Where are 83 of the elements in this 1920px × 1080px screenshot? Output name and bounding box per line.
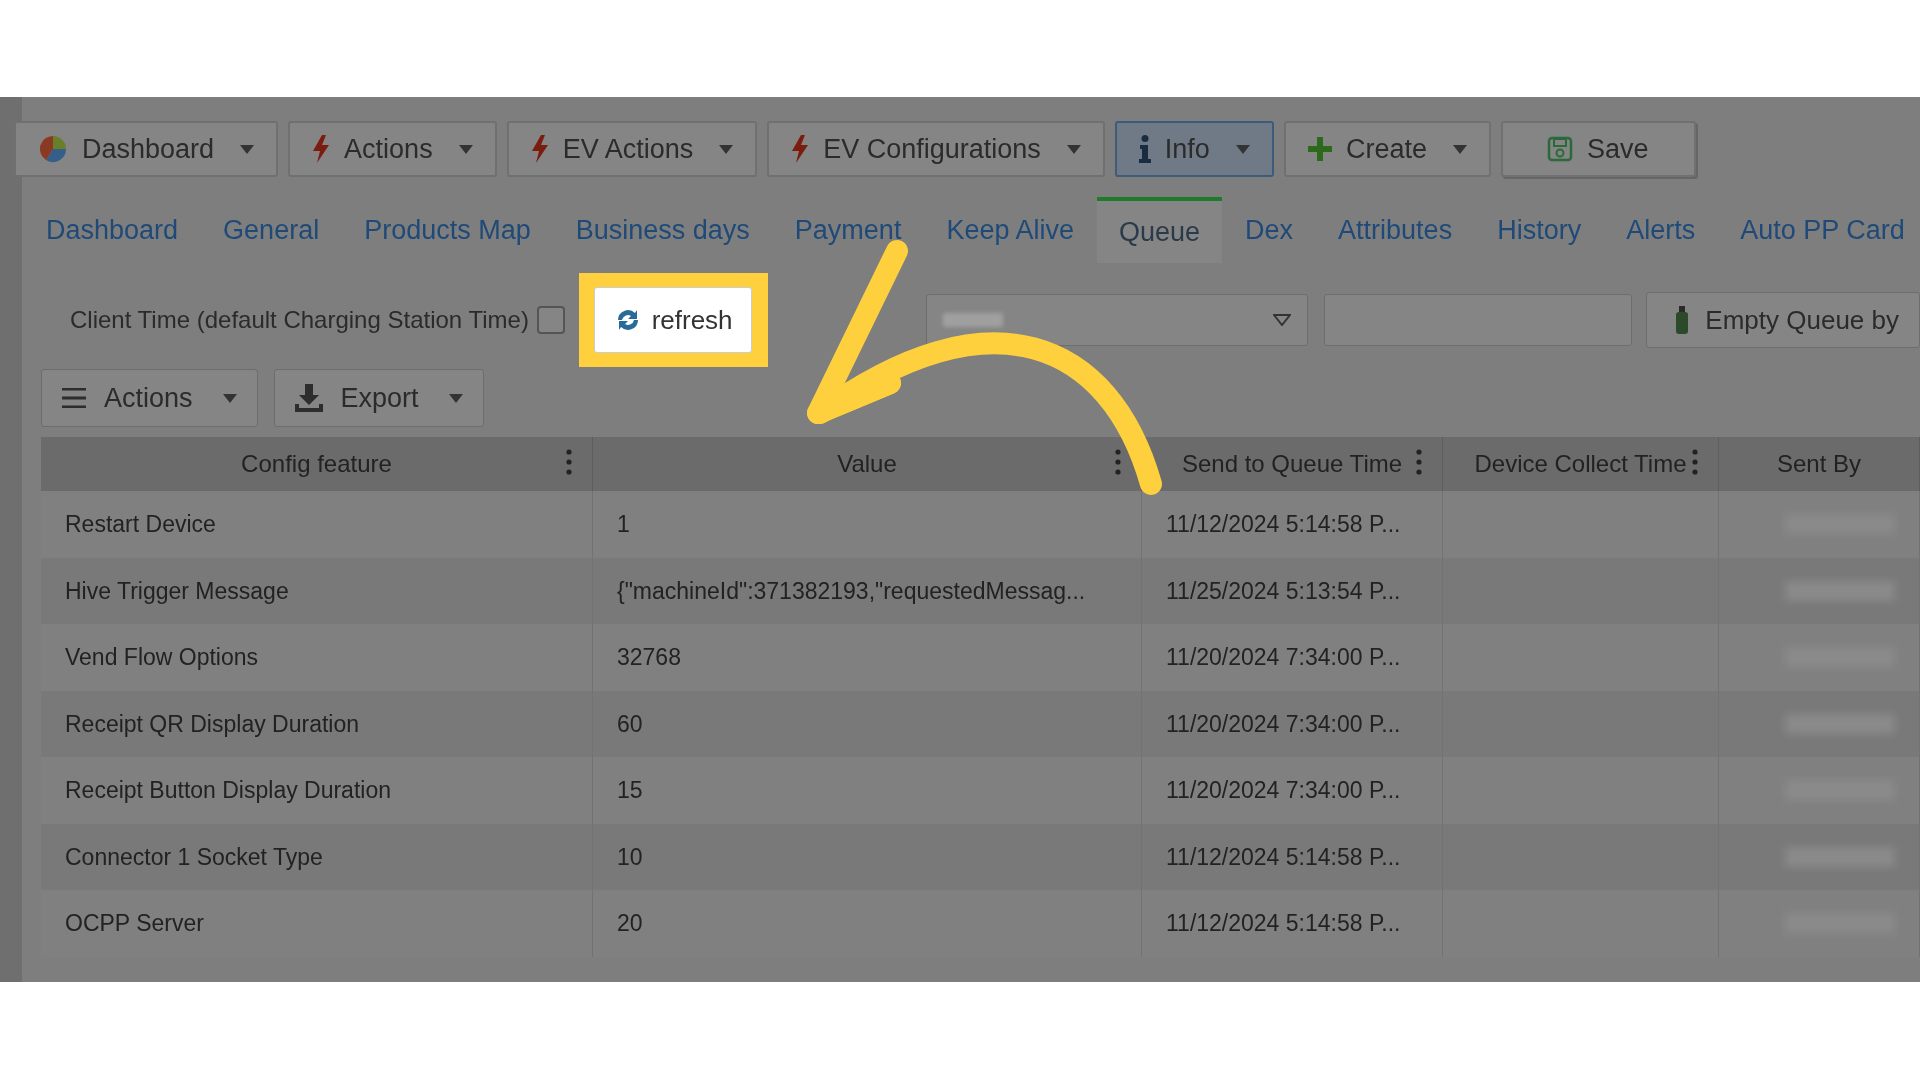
dropdown-field[interactable] bbox=[925, 294, 1309, 346]
table-cell-text: 32768 bbox=[617, 643, 681, 672]
save-icon bbox=[1546, 136, 1573, 162]
table-cell-text: 11/12/2024 5:14:58 P... bbox=[1166, 909, 1401, 938]
column-menu-icon bbox=[566, 449, 572, 475]
table-cell-text: 11/12/2024 5:14:58 P... bbox=[1166, 842, 1401, 872]
tab[interactable]: Auto PP Card bbox=[1718, 197, 1920, 263]
table-cell-text: 15 bbox=[617, 776, 643, 805]
caret-icon bbox=[1066, 144, 1081, 154]
toolbar-button[interactable]: Save bbox=[1500, 121, 1697, 177]
caret-icon bbox=[448, 393, 463, 403]
column-menu-icon bbox=[1416, 449, 1422, 475]
caret-icon bbox=[222, 393, 237, 403]
caret-icon bbox=[1273, 314, 1292, 326]
menu-icon bbox=[62, 388, 86, 408]
lightning-bolt-icon bbox=[530, 135, 549, 163]
empty-queue-button[interactable]: Empty Queue by bbox=[1646, 292, 1920, 348]
table-cell-text: 10 bbox=[617, 842, 643, 872]
column-header: Value bbox=[837, 449, 897, 479]
caret-icon bbox=[719, 144, 734, 154]
blurred-text bbox=[942, 313, 1003, 327]
table-cell-text: 1 bbox=[617, 510, 630, 539]
client-time-label: Client Time (default Charging Station Time) bbox=[70, 305, 529, 335]
column-header: Device Collect Time bbox=[1474, 449, 1687, 479]
table-cell-text: Connector 1 Socket Type bbox=[65, 842, 323, 872]
table-cell-text: OCPP Server bbox=[65, 909, 204, 938]
caret-icon bbox=[240, 144, 255, 154]
dropdown-caret[interactable] bbox=[1452, 144, 1467, 154]
text-input[interactable] bbox=[1324, 294, 1633, 346]
column-header: Config feature bbox=[241, 449, 392, 479]
toolbar-button[interactable]: EV Configurations bbox=[767, 121, 1105, 177]
tab[interactable]: Payment bbox=[772, 197, 924, 263]
tab[interactable]: Dashboard bbox=[24, 197, 201, 263]
dropdown-caret[interactable] bbox=[458, 144, 473, 154]
caret-icon bbox=[1235, 144, 1250, 154]
toolbar-button[interactable]: Create bbox=[1283, 121, 1491, 177]
table-cell-text: 11/20/2024 7:34:00 P... bbox=[1166, 709, 1401, 739]
column-menu-icon bbox=[1115, 449, 1121, 475]
lightning-bolt-icon bbox=[791, 135, 810, 163]
table-cell-text: Vend Flow Options bbox=[65, 643, 259, 672]
toolbar-button[interactable]: Dashboard bbox=[14, 121, 279, 177]
table-cell-text: 60 bbox=[617, 709, 643, 739]
table-cell-text: {"machineId":371382193,"requestedMessag... bbox=[617, 576, 1086, 606]
dropdown-caret[interactable] bbox=[1066, 144, 1081, 154]
tab[interactable]: General bbox=[201, 197, 342, 263]
pie-chart-icon bbox=[38, 134, 68, 164]
tab[interactable]: Business days bbox=[553, 197, 772, 263]
tab[interactable]: Keep Alive bbox=[924, 197, 1096, 263]
table-cell-text: 11/20/2024 7:34:00 P... bbox=[1166, 643, 1401, 672]
plus-icon bbox=[1307, 137, 1332, 161]
table-cell-text: 11/12/2024 5:14:58 P... bbox=[1166, 510, 1401, 539]
tab[interactable]: Attributes bbox=[1316, 197, 1475, 263]
tab[interactable]: Dex bbox=[1223, 197, 1316, 263]
table-cell-text: Restart Device bbox=[65, 510, 216, 539]
column-header: Sent By bbox=[1776, 449, 1861, 479]
dropdown-caret[interactable] bbox=[240, 144, 255, 154]
toolbar-button[interactable]: EV Actions bbox=[506, 121, 758, 177]
download-icon bbox=[294, 384, 323, 412]
bottle-icon bbox=[1675, 306, 1690, 334]
tab[interactable]: History bbox=[1475, 197, 1604, 263]
toolbar-button[interactable]: Info bbox=[1114, 121, 1274, 177]
table-cell-text: Receipt Button Display Duration bbox=[65, 776, 391, 805]
refresh-button[interactable]: refresh bbox=[594, 287, 753, 353]
tab[interactable]: Queue bbox=[1097, 197, 1223, 263]
table-cell-text: Receipt QR Display Duration bbox=[65, 709, 359, 739]
tab[interactable]: Products Map bbox=[342, 197, 553, 263]
tab[interactable]: Alerts bbox=[1604, 197, 1718, 263]
lightning-bolt-icon bbox=[312, 135, 331, 163]
dropdown-caret[interactable] bbox=[719, 144, 734, 154]
grid-action-button[interactable]: Export bbox=[273, 369, 484, 427]
column-header: Send to Queue Time bbox=[1181, 449, 1403, 479]
caret-icon bbox=[1452, 144, 1467, 154]
caret-icon bbox=[458, 144, 473, 154]
column-menu-icon bbox=[1692, 449, 1698, 475]
info-icon bbox=[1138, 135, 1151, 163]
checkbox[interactable] bbox=[536, 306, 565, 334]
dropdown-caret[interactable] bbox=[1235, 144, 1250, 154]
table-cell-text: 11/20/2024 7:34:00 P... bbox=[1166, 776, 1401, 805]
toolbar-button[interactable]: Actions bbox=[288, 121, 497, 177]
table-cell-text: Hive Trigger Message bbox=[65, 576, 289, 606]
table-cell-text: 11/25/2024 5:13:54 P... bbox=[1166, 576, 1401, 606]
grid-action-button[interactable]: Actions bbox=[41, 369, 258, 427]
table-cell-text: 20 bbox=[617, 909, 643, 938]
